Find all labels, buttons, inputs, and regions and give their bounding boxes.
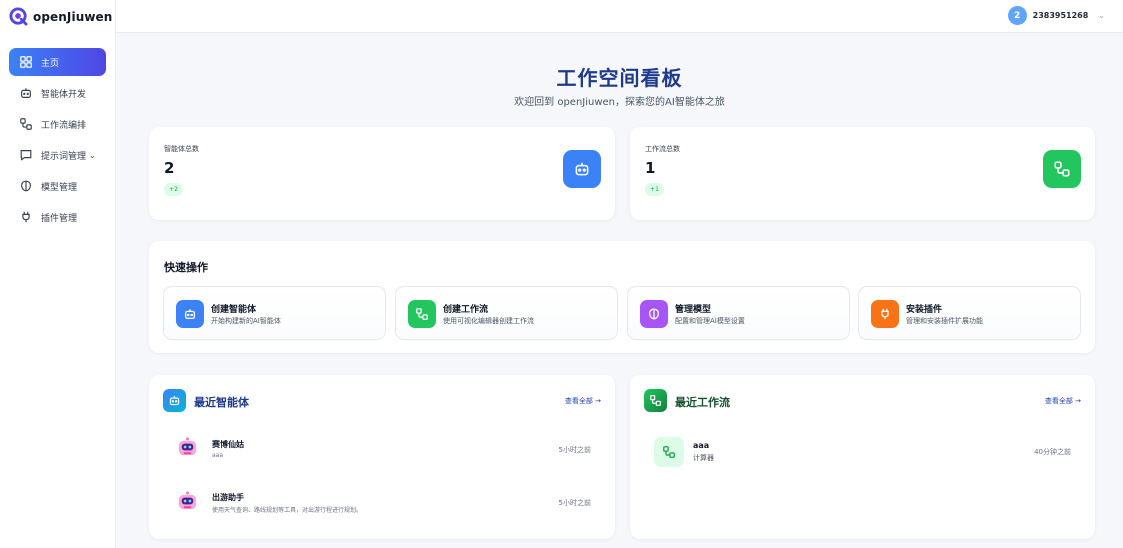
robot-icon [163, 389, 186, 412]
sidebar-item-home[interactable]: 主页 [9, 48, 106, 76]
stat-label: 智能体总数 [164, 145, 199, 153]
user-menu[interactable]: 2 2383951268 ⌄ [1007, 6, 1105, 25]
sidebar-item-label: 主页 [41, 58, 60, 69]
sidebar-nav: 主页 智能体开发 工作流编排 提示词管理 ⌄ 模型管理 插件管理 [0, 48, 115, 231]
robot-icon [176, 300, 204, 328]
sidebar-item-label: 智能体开发 [41, 89, 87, 100]
agent-desc: aaa [212, 452, 224, 459]
workflow-icon [408, 300, 436, 328]
quick-action-name: 管理模型 [675, 305, 712, 315]
main-content: 工作空间看板 欢迎回到 openJiuwen，探索您的AI智能体之旅 智能体总数… [116, 33, 1123, 548]
avatar: 2 [1007, 6, 1027, 25]
page-title: 工作空间看板 [556, 66, 683, 90]
stat-card-agents: 智能体总数 2 +2 [149, 127, 615, 220]
sidebar-item-label: 工作流编排 [41, 120, 87, 131]
robot-avatar-icon [178, 437, 197, 456]
sidebar-item-label: 提示词管理 [41, 151, 87, 162]
quick-action-create-agent[interactable]: 创建智能体 开始构建新的AI智能体 [163, 286, 386, 340]
recent-agents-card: 最近智能体 查看全部 → 赛博仙姑 aaa 5小时之前 出游助手 使用天气查询、… [149, 375, 615, 539]
workflow-desc: 计算器 [693, 454, 714, 462]
quick-action-desc: 使用可视化编辑器创建工作流 [443, 317, 534, 325]
workflow-time: 40分钟之前 [1034, 448, 1071, 456]
robot-avatar-icon [178, 491, 197, 510]
recent-workflows-card: 最近工作流 查看全部 → aaa 计算器 40分钟之前 [630, 375, 1095, 539]
stat-card-workflows: 工作流总数 1 +1 [630, 127, 1095, 220]
plug-icon [22, 211, 30, 223]
section-title: 最近智能体 [194, 396, 249, 409]
brain-icon [640, 300, 668, 328]
sidebar-item-workflow[interactable]: 工作流编排 [9, 110, 106, 138]
quick-actions-card: 快速操作 创建智能体 开始构建新的AI智能体 创建工作流 使用可视化编辑器创建工… [149, 241, 1095, 353]
section-title: 快速操作 [164, 261, 208, 274]
robot-icon [21, 88, 31, 98]
brain-icon [21, 180, 31, 192]
quick-action-name: 创建智能体 [211, 305, 257, 315]
sidebar-item-label: 模型管理 [41, 182, 78, 193]
quick-action-name: 安装插件 [906, 305, 943, 315]
agent-desc: 使用天气查询、路线规划等工具，对出游行程进行规划。 [212, 507, 363, 514]
quick-action-install-plugin[interactable]: 安装插件 管理和安装插件扩展功能 [858, 286, 1081, 340]
stat-delta-badge: +2 [164, 183, 183, 196]
quick-action-name: 创建工作流 [443, 305, 489, 315]
quick-action-desc: 配置和管理AI模型设置 [675, 317, 745, 325]
stat-value: 1 [645, 159, 656, 177]
agent-time: 5小时之前 [558, 446, 591, 454]
workflow-icon [20, 118, 32, 130]
stat-delta-badge: +1 [645, 183, 664, 196]
chevron-down-icon: ⌄ [89, 150, 96, 160]
openjiuwen-logo-icon [9, 7, 28, 26]
quick-action-manage-models[interactable]: 管理模型 配置和管理AI模型设置 [627, 286, 850, 340]
brand-name: openJiuwen [33, 9, 113, 24]
workflow-icon [654, 437, 684, 467]
agent-name: 出游助手 [212, 493, 244, 502]
brand[interactable]: openJiuwen [0, 0, 115, 33]
sidebar: openJiuwen 主页 智能体开发 工作流编排 提示词管理 ⌄ 模型管理 插… [0, 0, 116, 548]
quick-action-desc: 开始构建新的AI智能体 [211, 317, 281, 325]
sidebar-item-models[interactable]: 模型管理 [9, 172, 106, 200]
page-subtitle: 欢迎回到 openJiuwen，探索您的AI智能体之旅 [514, 97, 725, 108]
top-bar: 2 2383951268 ⌄ [116, 0, 1123, 33]
chat-icon [20, 150, 32, 161]
sidebar-item-plugins[interactable]: 插件管理 [9, 203, 106, 231]
workflow-name: aaa [693, 441, 710, 450]
sidebar-item-agent-dev[interactable]: 智能体开发 [9, 79, 106, 107]
agent-name: 赛博仙姑 [212, 440, 244, 449]
section-title: 最近工作流 [675, 396, 730, 409]
quick-action-desc: 管理和安装插件扩展功能 [906, 317, 983, 325]
workflow-icon [644, 389, 667, 412]
sidebar-item-prompts[interactable]: 提示词管理 ⌄ [9, 141, 106, 169]
quick-action-create-workflow[interactable]: 创建工作流 使用可视化编辑器创建工作流 [395, 286, 618, 340]
sidebar-item-label: 插件管理 [41, 213, 78, 224]
chevron-down-icon: ⌄ [1098, 11, 1105, 20]
view-all-agents-link[interactable]: 查看全部 → [565, 396, 601, 406]
workflow-icon [1043, 150, 1081, 188]
username: 2383951268 [1032, 11, 1089, 20]
stat-label: 工作流总数 [645, 145, 680, 153]
robot-icon [563, 150, 601, 188]
agent-time: 5小时之前 [558, 499, 591, 507]
plug-icon [871, 300, 899, 328]
view-all-workflows-link[interactable]: 查看全部 → [1045, 396, 1081, 406]
stat-value: 2 [164, 159, 175, 177]
dashboard-icon [20, 56, 32, 68]
